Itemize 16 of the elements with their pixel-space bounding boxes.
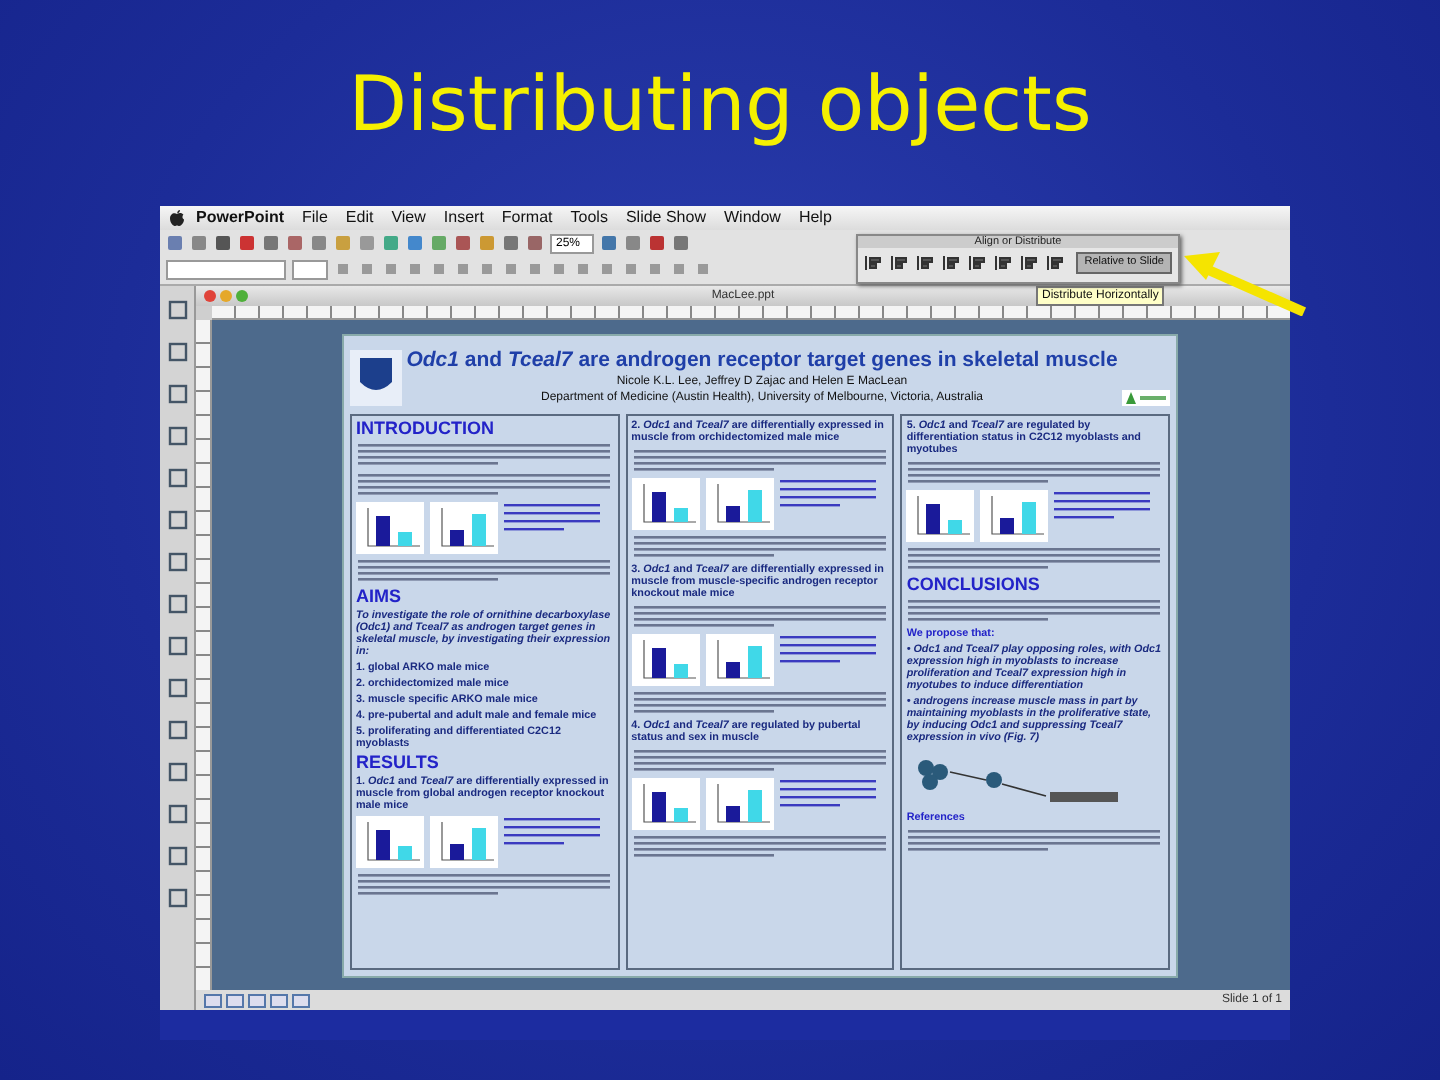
section-heading: CONCLUSIONS <box>906 575 1042 593</box>
poster-title: Odc1 and Tceal7 are androgen receptor target genes in skeletal muscle <box>406 348 1118 374</box>
slide-title: Distributing objects <box>346 58 1094 152</box>
menu-item[interactable]: PowerPoint <box>196 208 285 228</box>
menu-item[interactable]: Window <box>723 208 781 228</box>
section-heading: RESULTS <box>356 753 441 771</box>
menu-item[interactable]: Help <box>798 208 832 228</box>
menu-item[interactable]: File <box>302 208 328 228</box>
menu-item[interactable]: View <box>391 208 426 228</box>
menu-item[interactable]: Edit <box>345 208 374 228</box>
menu-item[interactable]: Insert <box>443 208 484 228</box>
menu-item[interactable]: Slide Show <box>625 208 706 228</box>
menu-item[interactable]: Format <box>501 208 553 228</box>
section-heading: AIMS <box>356 587 403 605</box>
section-heading: INTRODUCTION <box>356 419 496 437</box>
menu-item[interactable]: Tools <box>570 208 608 228</box>
